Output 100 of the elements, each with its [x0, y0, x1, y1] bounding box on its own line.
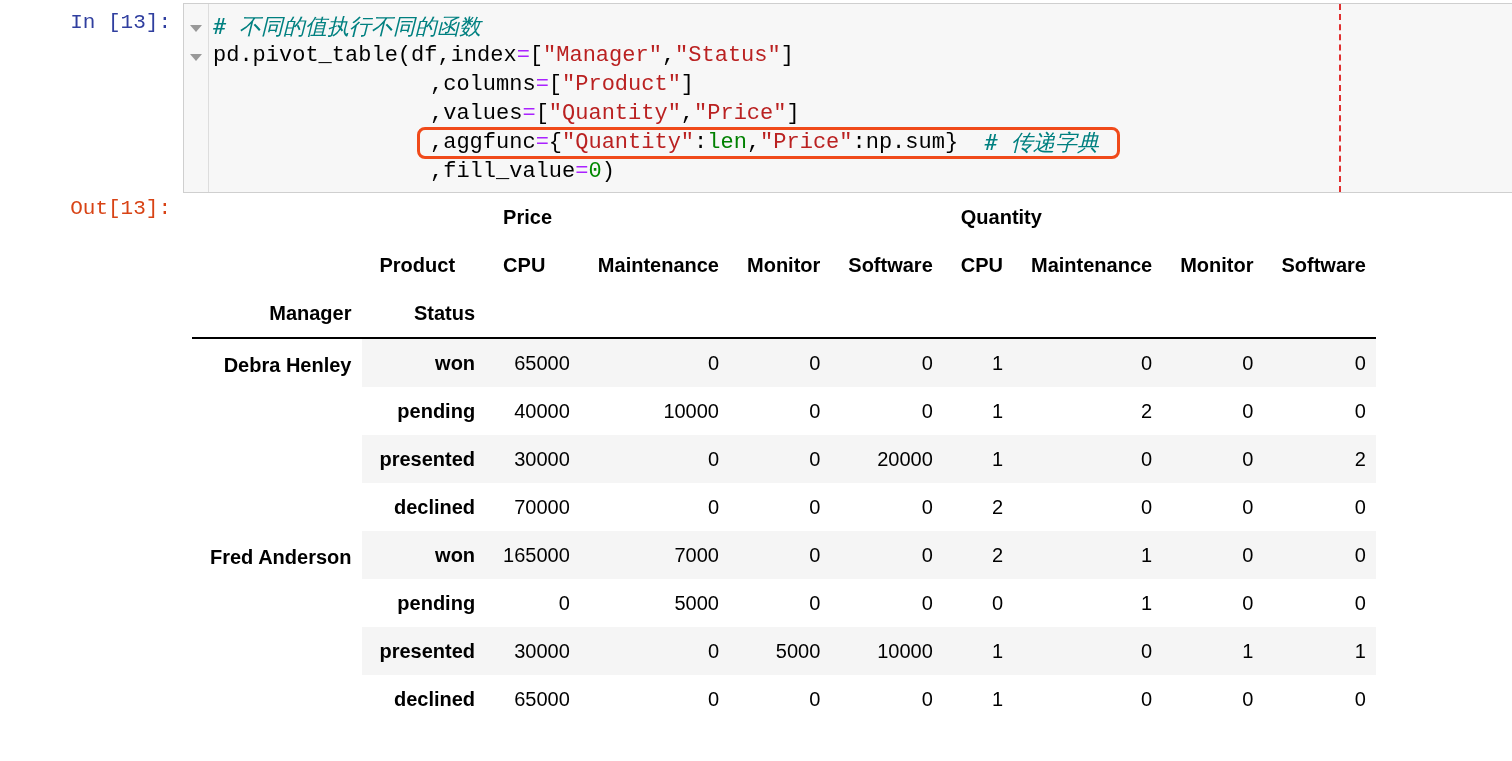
table-cell: 2	[942, 483, 1013, 531]
column-group-header: Quantity	[959, 204, 1043, 230]
column-header: Maintenance	[1030, 252, 1154, 278]
table-cell: 20000	[830, 435, 943, 483]
table-cell: 65000	[485, 338, 580, 387]
status-cell: pending	[361, 387, 486, 435]
table-cell: 0	[729, 435, 831, 483]
table-cell: 0	[830, 675, 943, 723]
code-operator: =	[516, 43, 530, 68]
code-text: ]	[780, 43, 794, 68]
column-level-name: Product	[378, 252, 457, 278]
column-header: Software	[1280, 252, 1367, 278]
table-cell: 2	[942, 531, 1013, 579]
table-cell: 0	[830, 531, 943, 579]
code-string: "Price"	[760, 130, 853, 155]
code-comment: # 传递字典	[984, 128, 1100, 157]
code-text: ,	[746, 130, 761, 155]
code-text: {	[548, 130, 563, 155]
code-text: :np.sum}	[852, 130, 960, 155]
table-cell: 5000	[579, 579, 729, 627]
code-comment: # 不同的值执行不同的函数	[213, 12, 482, 41]
table-cell: 40000	[485, 387, 580, 435]
table-cell: 0	[1162, 531, 1264, 579]
code-string: "Price"	[694, 101, 787, 126]
output-prompt: Out[13]:	[69, 196, 172, 221]
table-cell: 0	[1162, 579, 1264, 627]
table-cell: 0	[830, 579, 943, 627]
table-cell: 1	[942, 627, 1013, 675]
code-text: ,fill_value	[430, 159, 576, 184]
manager-cell: Debra Henley	[192, 338, 362, 531]
table-cell: 0	[1013, 627, 1163, 675]
column-header: Monitor	[1179, 252, 1255, 278]
table-cell: 1	[942, 675, 1013, 723]
column-header: Maintenance	[596, 252, 720, 278]
table-cell: 0	[485, 579, 580, 627]
column-header: CPU	[502, 252, 547, 278]
table-cell: 65000	[485, 675, 580, 723]
table-cell: 10000	[579, 387, 729, 435]
table-cell: 0	[1013, 675, 1163, 723]
table-cell: 2	[1263, 435, 1376, 483]
table-cell: 0	[1162, 483, 1264, 531]
status-cell: presented	[361, 435, 486, 483]
code-text: [	[548, 72, 563, 97]
input-prompt: In [13]:	[69, 10, 172, 36]
table-cell: 0	[729, 387, 831, 435]
table-cell: 0	[1162, 675, 1264, 723]
table-cell: 0	[729, 531, 831, 579]
code-number: 0	[588, 159, 602, 184]
column-group-header: Price	[502, 204, 554, 230]
code-text: :	[694, 130, 708, 155]
table-cell: 1	[1013, 579, 1163, 627]
table-cell: 0	[1263, 531, 1376, 579]
fold-arrow-icon[interactable]	[190, 53, 202, 62]
status-cell: declined	[361, 483, 486, 531]
table-cell: 30000	[485, 627, 580, 675]
code-text: ]	[786, 101, 800, 126]
code-operator: =	[535, 72, 549, 97]
table-cell: 0	[1162, 338, 1264, 387]
table-cell: 0	[1013, 338, 1163, 387]
table-cell: 0	[1162, 435, 1264, 483]
code-text: ,columns	[430, 72, 536, 97]
table-cell: 1	[1263, 627, 1376, 675]
table-cell: 1	[942, 387, 1013, 435]
table-cell: 0	[1263, 483, 1376, 531]
table-cell: 0	[1263, 579, 1376, 627]
table-cell: 0	[729, 675, 831, 723]
fold-arrow-icon[interactable]	[190, 24, 202, 33]
column-header: Monitor	[746, 252, 822, 278]
table-cell: 0	[1263, 387, 1376, 435]
status-cell: presented	[361, 627, 486, 675]
table-cell: 0	[579, 338, 729, 387]
table-cell: 10000	[830, 627, 943, 675]
code-string: "Product"	[562, 72, 681, 97]
code-string: "Quantity"	[562, 130, 695, 155]
table-cell: 0	[942, 579, 1013, 627]
status-cell: won	[361, 531, 486, 579]
table-cell: 0	[830, 338, 943, 387]
table-cell: 5000	[729, 627, 831, 675]
code-editor[interactable]: # 不同的值执行不同的函数 pd.pivot_table(df,index=["Manager","Status"] ,columns=["Product"] ,values=["Quantity","Price"] ,aggfunc={"Quantity":len,"Price":np.sum} # 传递字典 ,fill_value=0)	[183, 3, 1512, 193]
code-text: ,aggfunc	[430, 130, 536, 155]
code-string: "Status"	[675, 43, 781, 68]
status-cell: declined	[361, 675, 486, 723]
table-cell: 0	[1162, 387, 1264, 435]
table-cell: 0	[579, 675, 729, 723]
code-text: )	[601, 159, 615, 184]
code-text: [	[535, 101, 549, 126]
table-cell: 2	[1013, 387, 1163, 435]
code-text: ]	[680, 72, 695, 97]
table-cell: 0	[729, 579, 831, 627]
table-cell: 30000	[485, 435, 580, 483]
table-cell: 0	[579, 627, 729, 675]
code-text: [	[529, 43, 544, 68]
code-operator: =	[535, 130, 549, 155]
code-string: "Quantity"	[548, 101, 681, 126]
code-text: ,values	[430, 101, 523, 126]
table-cell: 7000	[579, 531, 729, 579]
table-cell: 1	[1013, 531, 1163, 579]
table-cell: 1	[942, 435, 1013, 483]
table-cell: 0	[830, 483, 943, 531]
code-builtin: len	[707, 130, 747, 155]
